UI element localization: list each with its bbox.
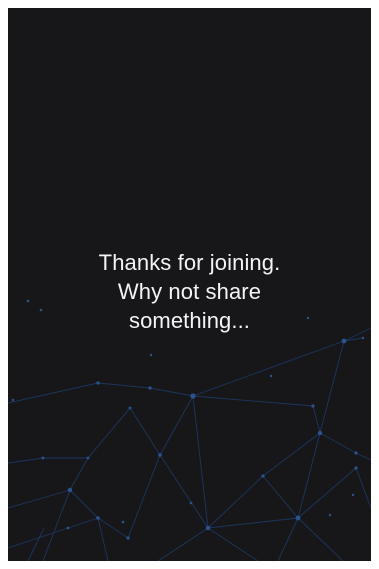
message-line-2: Why not share	[117, 279, 262, 304]
message-line-3: something...	[128, 308, 251, 333]
message-line-1: Thanks for joining.	[98, 250, 281, 275]
empty-state-message: Thanks for joining. Why not share someth…	[8, 248, 371, 335]
empty-feed-screen: Thanks for joining. Why not share someth…	[8, 8, 371, 561]
